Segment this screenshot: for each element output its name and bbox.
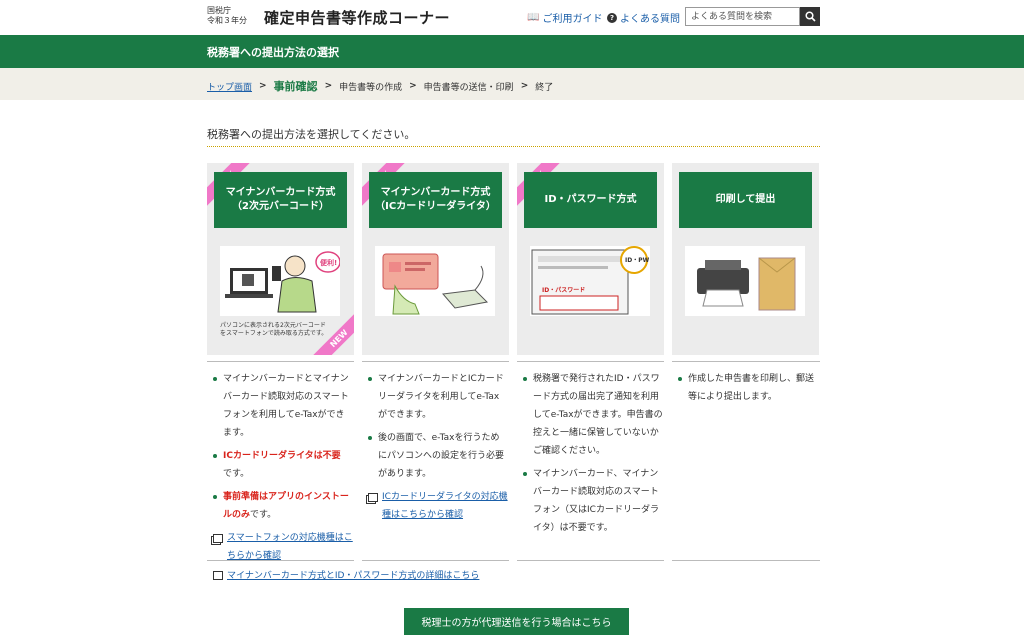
option-title-line: （2次元バーコード） [232, 201, 329, 212]
option-title-line: マイナンバーカード方式 [225, 187, 336, 198]
method-details-link[interactable]: マイナンバーカード方式とID・パスワード方式の詳細はこちら [213, 568, 479, 581]
option-title[interactable]: マイナンバーカード方式 （2次元バーコード） [214, 172, 347, 228]
instruction-text: 税務署への提出方法を選択してください。 [207, 128, 416, 141]
breadcrumb-separator: > [324, 81, 333, 91]
description-divider [517, 560, 664, 561]
breadcrumb-step-create: 申告書等の作成 [339, 82, 403, 93]
highlight-text: ICカードリーダライタは不要 [223, 451, 341, 461]
question-icon: ? [607, 12, 617, 23]
option-title[interactable]: ID・パスワード方式 [524, 172, 657, 228]
option-description-print: 作成した申告書を印刷し、郵送等により提出します。 [678, 370, 818, 411]
tax-year: 令和３年分 [207, 16, 247, 25]
option-card-print[interactable]: 印刷して提出 [672, 163, 819, 355]
page-heading: 税務署への提出方法の選択 [207, 46, 339, 59]
search-box [685, 7, 820, 26]
bubble-text: 便利! [320, 258, 337, 267]
breadcrumb-top-link[interactable]: トップ画面 [207, 80, 252, 93]
description-item: 後の画面で、e-Taxを行うためにパソコンへの設定を行う必要があります。 [368, 429, 508, 483]
option-title[interactable]: 印刷して提出 [679, 172, 812, 228]
proxy-submission-button[interactable]: 税理士の方が代理送信を行う場合はこちら [404, 608, 629, 635]
card-divider [207, 361, 354, 362]
breadcrumb-separator: > [259, 81, 267, 91]
description-suffix: です。 [250, 510, 277, 520]
breadcrumb-separator: > [520, 81, 529, 91]
option-card-qr[interactable]: e-Tax マイナンバーカード方式（2次元バーコード） 便利! パソコンに表示さ… [207, 163, 354, 355]
description-item: マイナンバーカードとマイナンバーカード読取対応のスマートフォンを利用してe-Ta… [213, 370, 353, 442]
book-icon: 📖 [527, 12, 540, 23]
agency-name: 国税庁 [207, 6, 231, 15]
option-title-line: （ICカードリーダライタ） [375, 201, 496, 212]
id-password-notice-illustration: ID・パスワード ID・PW [530, 246, 650, 316]
option-description-id-password: 税務署で発行されたID・パスワード方式の届出完了通知を利用してe-Taxができま… [523, 370, 663, 542]
search-input[interactable] [685, 7, 800, 26]
description-item: ICカードリーダライタは不要 です。 [213, 447, 353, 483]
search-icon [804, 11, 816, 22]
option-card-ic-reader[interactable]: e-Tax マイナンバーカード方式（ICカードリーダライタ） [362, 163, 509, 355]
page-heading-bar: 税務署への提出方法の選択 [0, 35, 1024, 68]
caption-line: をスマートフォンで読み取る方式です。 [220, 330, 328, 337]
doc-label: ID・パスワード [542, 286, 585, 294]
stamp-text: ID・PW [625, 257, 650, 264]
description-item: 税務署で発行されたID・パスワード方式の届出完了通知を利用してe-Taxができま… [523, 370, 663, 460]
card-divider [672, 361, 820, 362]
description-item: 作成した申告書を印刷し、郵送等により提出します。 [678, 370, 818, 406]
breadcrumb: トップ画面 > 事前確認 > 申告書等の作成 > 申告書等の送信・印刷 > 終了 [0, 68, 1024, 100]
option-caption: パソコンに表示される2次元バーコード をスマートフォンで読み取る方式です。 [220, 322, 345, 338]
caption-line: パソコンに表示される2次元バーコード [220, 322, 326, 329]
guide-link-label[interactable]: ご利用ガイド [542, 10, 602, 25]
option-title-line: マイナンバーカード方式 [380, 187, 491, 198]
description-item: マイナンバーカード、マイナンバーカード読取対応のスマートフォン（又はICカードリ… [523, 465, 663, 537]
option-title[interactable]: マイナンバーカード方式 （ICカードリーダライタ） [369, 172, 502, 228]
reader-compat-link[interactable]: ICカードリーダライタの対応機種はこちらから確認 [368, 488, 508, 524]
card-divider [517, 361, 664, 362]
card-divider [362, 361, 509, 362]
option-title-line: 印刷して提出 [715, 194, 776, 205]
faq-link[interactable]: ? よくある質問 [607, 10, 680, 25]
description-item: 事前準備はアプリのインストールのみです。 [213, 488, 353, 524]
smartphone-scan-illustration: 便利! [220, 246, 341, 316]
description-divider [362, 560, 509, 561]
breadcrumb-current: 事前確認 [273, 80, 318, 93]
highlight-text: 事前準備はアプリのインストールのみ [223, 492, 349, 520]
breadcrumb-step-send: 申告書等の送信・印刷 [423, 82, 514, 93]
faq-link-label[interactable]: よくある質問 [620, 10, 680, 25]
option-description-qr: マイナンバーカードとマイナンバーカード読取対応のスマートフォンを利用してe-Ta… [213, 370, 353, 570]
description-divider [672, 560, 820, 561]
agency-label: 国税庁 令和３年分 [207, 6, 247, 26]
breadcrumb-step-end: 終了 [535, 82, 554, 93]
option-title-line: ID・パスワード方式 [544, 194, 637, 205]
guide-link[interactable]: 📖 ご利用ガイド [527, 10, 602, 25]
search-button[interactable] [800, 7, 820, 26]
breadcrumb-separator: > [409, 81, 417, 91]
card-reader-illustration [375, 246, 495, 316]
option-card-id-password[interactable]: e-Tax ID・パスワード方式 ID・パスワード ID・PW [517, 163, 664, 355]
option-description-ic-reader: マイナンバーカードとICカードリーダライタを利用してe-Taxができます。 後の… [368, 370, 508, 529]
description-item: マイナンバーカードとICカードリーダライタを利用してe-Taxができます。 [368, 370, 508, 424]
dotted-divider [207, 146, 820, 147]
site-title[interactable]: 確定申告書等作成コーナー [264, 7, 450, 28]
description-divider [207, 560, 354, 561]
site-header: 国税庁 令和３年分 確定申告書等作成コーナー 📖 ご利用ガイド ? よくある質問 [0, 0, 1024, 35]
printer-envelope-illustration [685, 246, 805, 316]
description-suffix: です。 [223, 469, 250, 479]
